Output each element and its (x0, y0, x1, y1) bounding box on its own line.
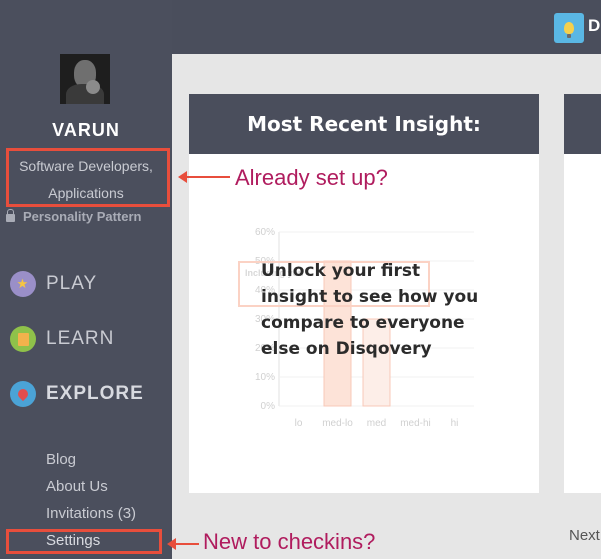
x-tick-label: lo (295, 418, 303, 429)
annotation-arrow-1 (178, 171, 230, 183)
nav-play-label: PLAY (46, 273, 98, 294)
sidebar: VARUN Software Developers, Applications … (0, 0, 172, 559)
annotation-already-set-up: Already set up? (235, 165, 388, 190)
insight-card: Most Recent Insight: 0% 10% 20% 30% 40% 50% 60… (189, 94, 539, 493)
y-tick-label: 10% (255, 372, 275, 383)
occupation-line-2: Applications (48, 185, 124, 201)
link-invitations[interactable]: Invitations (3) (46, 505, 136, 522)
secondary-card-header (564, 94, 601, 154)
card-title: Most Recent Insight: (189, 94, 539, 154)
link-settings[interactable]: Settings (46, 532, 100, 549)
next-link[interactable]: Next (569, 527, 600, 544)
secondary-card (564, 94, 601, 493)
annotation-arrow-2 (167, 538, 199, 550)
y-tick-label: 0% (261, 401, 276, 412)
nav-learn-label: LEARN (46, 328, 115, 349)
link-about-us[interactable]: About Us (46, 478, 108, 495)
occupation-line-1: Software Developers, (19, 158, 153, 174)
nav-explore-label: EXPLORE (46, 383, 144, 404)
nav-explore[interactable]: EXPLORE (10, 381, 144, 407)
x-tick-label: med-hi (400, 418, 431, 429)
personality-pattern[interactable]: Personality Pattern (6, 209, 142, 224)
unlock-message: Unlock your first insight to see how you… (261, 261, 479, 359)
lock-icon (6, 209, 15, 222)
avatar[interactable] (60, 54, 110, 104)
y-tick-label: 60% (255, 227, 275, 238)
nav-play[interactable]: ★ PLAY (10, 271, 97, 297)
pin-icon (10, 381, 36, 407)
occupation-label[interactable]: Software Developers, Applications (6, 153, 166, 207)
x-tick-label: med (367, 418, 386, 429)
star-icon: ★ (10, 271, 36, 297)
brand-initial[interactable]: D (588, 16, 600, 36)
link-blog[interactable]: Blog (46, 451, 76, 468)
clipboard-icon (10, 326, 36, 352)
nav-learn[interactable]: LEARN (10, 326, 114, 352)
lightbulb-icon[interactable] (554, 13, 584, 43)
annotation-new-to-checkins: New to checkins? (203, 529, 376, 554)
username: VARUN (52, 120, 120, 140)
x-tick-label: hi (451, 418, 459, 429)
personality-pattern-label: Personality Pattern (23, 209, 142, 224)
x-tick-label: med-lo (322, 418, 353, 429)
